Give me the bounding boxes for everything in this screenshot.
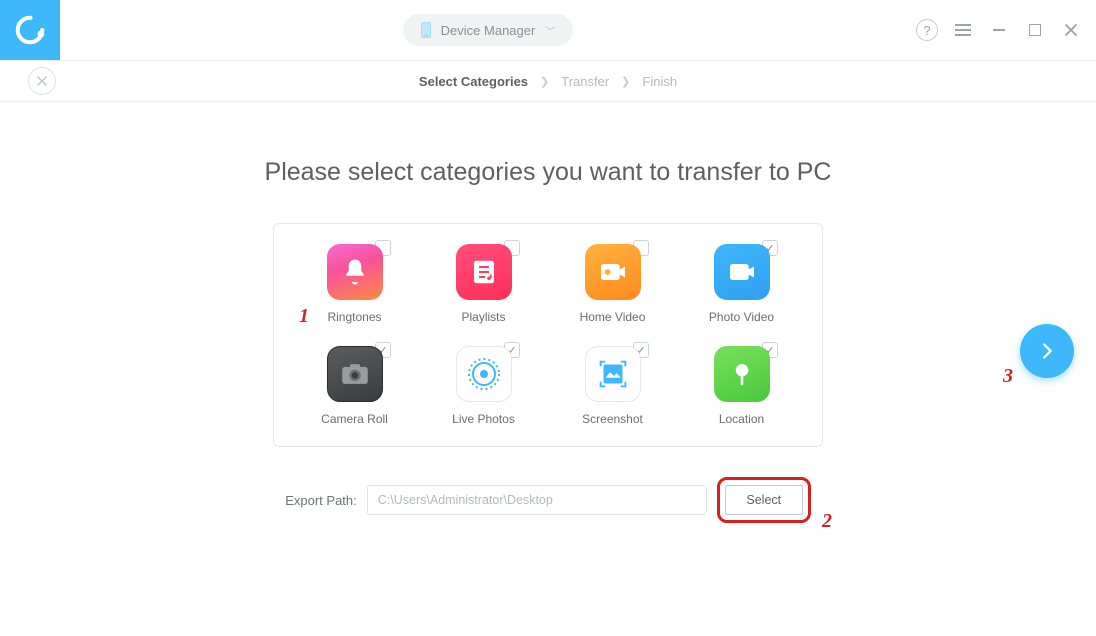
x-icon <box>36 75 48 87</box>
title-bar: Device Manager ﹀ ? <box>0 0 1096 60</box>
category-screenshot[interactable]: Screenshot <box>556 346 669 438</box>
maximize-button[interactable] <box>1024 19 1046 41</box>
category-playlists[interactable]: Playlists <box>427 244 540 336</box>
category-camera-roll[interactable]: Camera Roll <box>298 346 411 438</box>
category-photo-video[interactable]: Photo Video <box>685 244 798 336</box>
phone-icon <box>421 22 431 38</box>
chevron-down-icon: ﹀ <box>545 23 555 38</box>
category-label: Photo Video <box>685 310 798 324</box>
category-label: Ringtones <box>298 310 411 324</box>
next-button[interactable] <box>1020 324 1074 378</box>
category-label: Camera Roll <box>298 412 411 426</box>
category-location[interactable]: Location <box>685 346 798 438</box>
home-video-icon <box>585 244 641 300</box>
category-ringtones[interactable]: Ringtones <box>298 244 411 336</box>
maximize-icon <box>1029 24 1041 36</box>
chevron-right-icon: ❯ <box>540 75 549 88</box>
annotation-1: 1 <box>299 305 309 328</box>
chevron-right-icon: ❯ <box>621 75 630 88</box>
export-path-label: Export Path: <box>285 493 357 508</box>
chevron-right-icon <box>1036 340 1058 362</box>
annotation-2: 2 <box>822 510 832 533</box>
breadcrumb: Select Categories ❯ Transfer ❯ Finish <box>419 74 677 89</box>
live-photo-icon <box>456 346 512 402</box>
crumb-transfer: Transfer <box>561 74 609 89</box>
crumb-finish: Finish <box>642 74 677 89</box>
export-path-row: Export Path: Select <box>0 477 1096 523</box>
select-path-button[interactable]: Select <box>725 485 803 515</box>
photo-video-icon <box>714 244 770 300</box>
help-button[interactable]: ? <box>916 19 938 41</box>
pin-icon <box>714 346 770 402</box>
page-title: Please select categories you want to tra… <box>0 158 1096 187</box>
category-label: Home Video <box>556 310 669 324</box>
category-label: Screenshot <box>556 412 669 426</box>
hamburger-icon <box>955 24 971 36</box>
bell-icon <box>327 244 383 300</box>
close-button[interactable] <box>1060 19 1082 41</box>
device-manager-dropdown[interactable]: Device Manager ﹀ <box>403 14 574 46</box>
menu-button[interactable] <box>952 19 974 41</box>
device-label: Device Manager <box>441 23 536 38</box>
back-button[interactable] <box>28 67 56 95</box>
category-live-photos[interactable]: Live Photos <box>427 346 540 438</box>
category-home-video[interactable]: Home Video <box>556 244 669 336</box>
category-label: Playlists <box>427 310 540 324</box>
categories-panel: Ringtones Playlists Home Video Photo Vid… <box>273 223 823 447</box>
camera-icon <box>327 346 383 402</box>
annotation-highlight-select: Select <box>717 477 811 523</box>
export-path-input[interactable] <box>367 485 707 515</box>
category-label: Location <box>685 412 798 426</box>
crumb-select-categories: Select Categories <box>419 74 528 89</box>
app-logo-icon <box>13 13 47 47</box>
breadcrumb-bar: Select Categories ❯ Transfer ❯ Finish <box>0 60 1096 102</box>
minimize-button[interactable] <box>988 19 1010 41</box>
minimize-icon <box>993 29 1005 31</box>
annotation-3: 3 <box>1003 365 1013 388</box>
category-label: Live Photos <box>427 412 540 426</box>
app-logo <box>0 0 60 60</box>
close-icon <box>1064 23 1078 37</box>
window-controls: ? <box>916 19 1082 41</box>
screenshot-icon <box>585 346 641 402</box>
playlist-icon <box>456 244 512 300</box>
